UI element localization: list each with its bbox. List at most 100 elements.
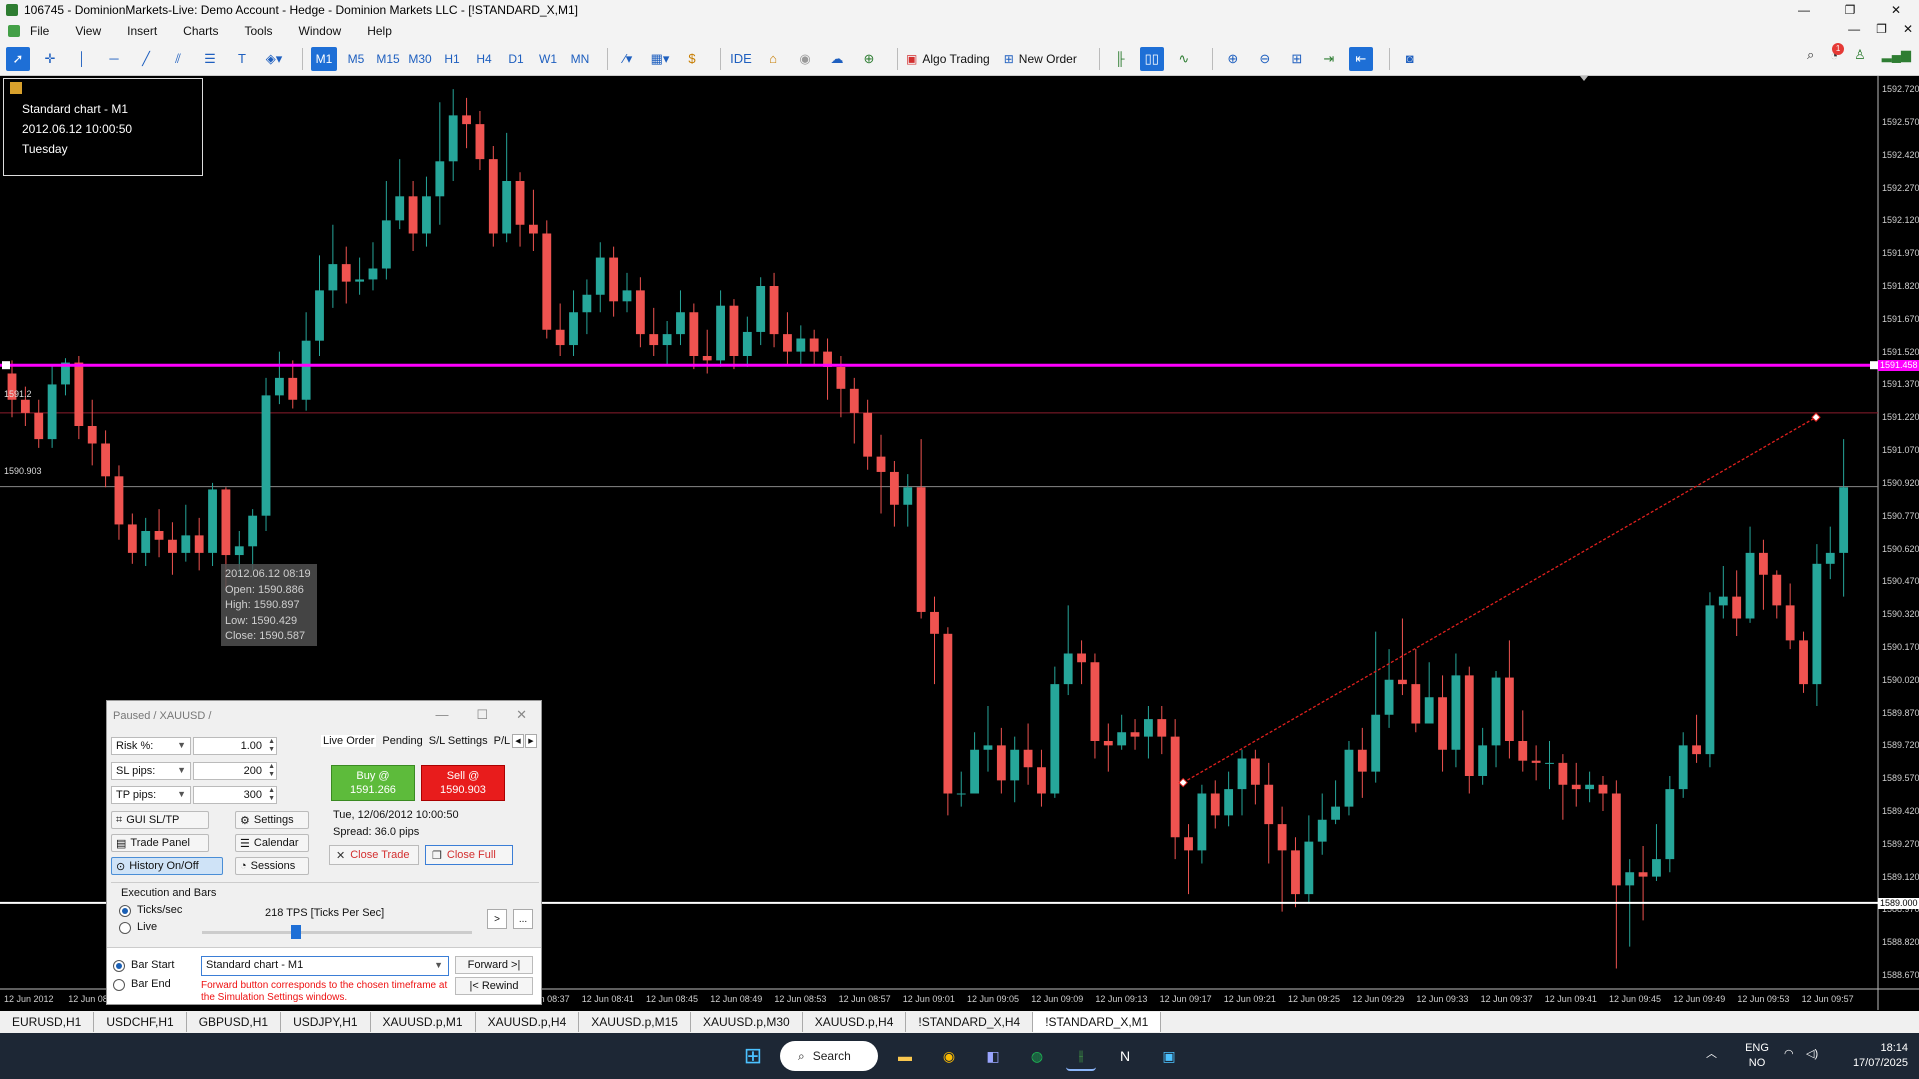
notion-icon[interactable]: N xyxy=(1110,1041,1140,1071)
settings-button[interactable]: ⚙ Settings xyxy=(235,811,309,829)
vertical-line-icon[interactable]: │ xyxy=(70,47,94,71)
close-trade-button[interactable]: ✕ Close Trade xyxy=(329,845,419,865)
tab-sl-settings[interactable]: S/L Settings xyxy=(429,735,488,747)
chart-tab[interactable]: !STANDARD_X,M1 xyxy=(1033,1012,1162,1032)
sl-input[interactable]: 200 ▲ ▼ xyxy=(193,762,277,780)
candlestick-icon[interactable]: ▯▯ xyxy=(1139,46,1164,71)
risk-input[interactable]: 1.00 ▲ ▼ xyxy=(193,737,277,755)
crosshair-icon[interactable]: ✛ xyxy=(38,47,62,71)
chart-tab[interactable]: XAUUSD.p,M1 xyxy=(371,1012,476,1032)
panel-minimize-button[interactable]: — xyxy=(435,707,448,723)
rewind-button[interactable]: |< Rewind xyxy=(455,977,533,995)
trade-panel-button[interactable]: ▤ Trade Panel xyxy=(111,834,209,852)
sell-button[interactable]: Sell @ 1590.903 xyxy=(421,765,505,801)
bar-end-radio[interactable] xyxy=(113,979,125,991)
chart-tab[interactable]: USDJPY,H1 xyxy=(281,1012,371,1032)
timeframe-mn[interactable]: MN xyxy=(567,47,593,71)
screenshot-icon[interactable]: ◙ xyxy=(1398,47,1422,71)
dollar-icon[interactable]: $ xyxy=(680,47,704,71)
close-full-button[interactable]: ❐ Close Full xyxy=(425,845,513,865)
menu-view[interactable]: View xyxy=(75,24,101,38)
chart-tab[interactable]: XAUUSD.p,H4 xyxy=(476,1012,580,1032)
tray-chevron-icon[interactable]: ︿ xyxy=(1706,1047,1717,1062)
timeframe-d1[interactable]: D1 xyxy=(503,47,529,71)
mdi-close-button[interactable]: ✕ xyxy=(1903,22,1913,36)
cursor-icon[interactable]: ➚ xyxy=(6,46,30,71)
trade-simulator-panel[interactable]: Paused / XAUUSD / — ☐ ✕ Risk %: ▼ 1.00 ▲ ▼ … xyxy=(106,700,542,1005)
next-button[interactable]: > xyxy=(487,909,507,929)
spinner-icon[interactable]: ▲ ▼ xyxy=(268,763,275,779)
windows-start-icon[interactable]: ⊞ xyxy=(738,1041,768,1071)
timeframe-w1[interactable]: W1 xyxy=(535,47,561,71)
notifications-icon[interactable]: ◔ 1 xyxy=(1830,42,1845,63)
chart-tab[interactable]: XAUUSD.p,M30 xyxy=(691,1012,803,1032)
tp-input[interactable]: 300 ▲ ▼ xyxy=(193,786,277,804)
mdi-restore-button[interactable]: ❐ xyxy=(1876,22,1887,36)
live-radio[interactable] xyxy=(119,922,131,934)
window-app-icon[interactable]: ▣ xyxy=(1154,1041,1184,1071)
history-toggle-button[interactable]: ⊙ History On/Off xyxy=(111,857,223,875)
timeframe-m30[interactable]: M30 xyxy=(407,47,433,71)
gui-sltp-button[interactable]: ⌗ GUI SL/TP xyxy=(111,811,209,829)
chart-area[interactable]: Standard chart - M1 2012.06.12 10:00:50 … xyxy=(0,76,1919,1010)
tab-pending[interactable]: Pending xyxy=(382,735,422,747)
chart-tab[interactable]: XAUUSD.p,H4 xyxy=(803,1012,907,1032)
cloud-icon[interactable]: ☁ xyxy=(825,47,849,71)
sl-mode-select[interactable]: SL pips: ▼ xyxy=(111,762,191,780)
tile-windows-icon[interactable]: ⊞ xyxy=(1285,47,1309,71)
tps-slider-track[interactable] xyxy=(202,931,472,934)
tp-mode-select[interactable]: TP pips: ▼ xyxy=(111,786,191,804)
chevron-left-icon[interactable]: ◀ xyxy=(512,734,524,748)
sessions-button[interactable]: ◔ Sessions xyxy=(235,857,309,875)
forward-button[interactable]: Forward >| xyxy=(455,956,533,974)
zoom-in-icon[interactable]: ⊕ xyxy=(1221,47,1245,71)
chart-tab[interactable]: XAUUSD.p,M15 xyxy=(579,1012,691,1032)
timeframe-h1[interactable]: H1 xyxy=(439,47,465,71)
market-bag-icon[interactable]: ⌂ xyxy=(761,47,785,71)
spinner-icon[interactable]: ▲ ▼ xyxy=(268,738,275,754)
taskbar-search[interactable]: ⌕ Search xyxy=(780,1041,878,1071)
chart-window-icon[interactable] xyxy=(8,25,20,37)
menu-file[interactable]: File xyxy=(30,24,49,38)
mdi-minimize-button[interactable]: — xyxy=(1848,22,1860,36)
bar-start-radio[interactable] xyxy=(113,960,125,972)
file-explorer-icon[interactable]: ▬ xyxy=(890,1041,920,1071)
wifi-icon[interactable]: ◠ xyxy=(1784,1047,1794,1062)
new-order-button[interactable]: ⊞ New Order xyxy=(1004,52,1077,66)
spotify-icon[interactable]: ◍ xyxy=(1022,1041,1052,1071)
chevron-right-icon[interactable]: ▶ xyxy=(525,734,537,748)
app-icon[interactable]: ◧ xyxy=(978,1041,1008,1071)
trendline-icon[interactable]: ╱ xyxy=(134,47,158,71)
buy-button[interactable]: Buy @ 1591.266 xyxy=(331,765,415,801)
chart-tab[interactable]: USDCHF,H1 xyxy=(94,1012,187,1032)
chart-tab[interactable]: GBPUSD,H1 xyxy=(187,1012,282,1032)
chrome-icon[interactable]: ◉ xyxy=(934,1041,964,1071)
maximize-button[interactable]: ❐ xyxy=(1827,0,1873,20)
account-icon[interactable]: ♙ xyxy=(1854,47,1866,63)
close-button[interactable]: ✕ xyxy=(1873,0,1919,20)
tps-slider-thumb[interactable] xyxy=(291,925,301,939)
chart-tab[interactable]: !STANDARD_X,H4 xyxy=(906,1012,1034,1032)
menu-charts[interactable]: Charts xyxy=(183,24,218,38)
panel-maximize-button[interactable]: ☐ xyxy=(476,707,488,723)
channel-icon[interactable]: ⫽ xyxy=(166,47,190,71)
tab-live-order[interactable]: Live Order xyxy=(321,735,377,747)
menu-help[interactable]: Help xyxy=(367,24,392,38)
zoom-out-icon[interactable]: ⊖ xyxy=(1253,47,1277,71)
indicators-icon[interactable]: ⁄▾ xyxy=(616,47,640,71)
menu-insert[interactable]: Insert xyxy=(127,24,157,38)
trading-terminal-icon[interactable]: ⫲ xyxy=(1066,1041,1096,1071)
fibonacci-icon[interactable]: ☰ xyxy=(198,47,222,71)
timeframe-h4[interactable]: H4 xyxy=(471,47,497,71)
vps-icon[interactable]: ⊕ xyxy=(857,47,881,71)
chart-tab[interactable]: EURUSD,H1 xyxy=(0,1012,95,1032)
bar-chart-icon[interactable]: ╟ xyxy=(1108,47,1132,71)
calendar-button[interactable]: ☰ Calendar xyxy=(235,834,309,852)
line-chart-icon[interactable]: ∿ xyxy=(1172,47,1196,71)
text-icon[interactable]: T xyxy=(230,47,254,71)
clock[interactable]: 18:14 17/07/2025 xyxy=(1836,1041,1908,1071)
minimize-button[interactable]: — xyxy=(1781,0,1827,20)
more-button[interactable]: ... xyxy=(513,909,533,929)
language-indicator[interactable]: ENG NO xyxy=(1740,1041,1774,1071)
panel-close-button[interactable]: ✕ xyxy=(516,707,527,723)
